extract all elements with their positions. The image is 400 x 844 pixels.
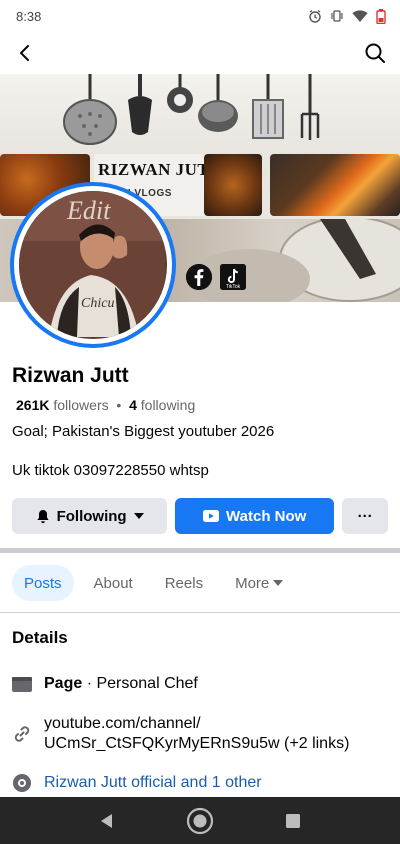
profile-avatar[interactable]: Edit Chicu bbox=[10, 182, 176, 348]
profile-stats: 261K followers • 4 following bbox=[12, 396, 388, 414]
tab-more[interactable]: More bbox=[223, 565, 295, 601]
website-link-line-2: UCmSr_CtSFQKyrMyERnS9u5w (+2 links) bbox=[44, 735, 350, 752]
avatar: Edit Chicu bbox=[19, 191, 167, 339]
wifi-icon bbox=[352, 9, 368, 23]
alarm-icon bbox=[308, 9, 322, 23]
page-category-text: Page · Personal Chef bbox=[44, 674, 198, 694]
nav-back-button[interactable] bbox=[92, 806, 122, 836]
profile-tabs: Posts About Reels More bbox=[12, 565, 295, 601]
svg-text:Chicu: Chicu bbox=[81, 296, 114, 311]
tab-posts[interactable]: Posts bbox=[12, 565, 74, 601]
app-header bbox=[0, 32, 400, 74]
kitchen-utensils-illustration bbox=[63, 74, 320, 145]
nav-home-icon bbox=[186, 807, 214, 834]
more-dots-icon: ··· bbox=[357, 507, 373, 525]
vibrate-icon bbox=[330, 9, 344, 23]
bell-icon bbox=[36, 509, 49, 523]
cover-banner-title: RIZWAN JUTT bbox=[98, 160, 222, 179]
bio-line-2: Uk tiktok 03097228550 whtsp bbox=[12, 462, 209, 479]
search-button[interactable] bbox=[362, 40, 388, 66]
status-bar: 8:38 bbox=[0, 0, 400, 32]
nav-back-icon bbox=[100, 813, 112, 828]
stats-separator: • bbox=[116, 397, 122, 413]
tiktok-label: TikTok bbox=[226, 284, 241, 290]
page-flag-icon bbox=[12, 674, 32, 694]
tabs-divider bbox=[0, 612, 400, 613]
status-time: 8:38 bbox=[16, 8, 42, 24]
followers-count[interactable]: 261K bbox=[16, 397, 49, 413]
following-count[interactable]: 4 bbox=[129, 397, 137, 413]
cover-utensils-area bbox=[0, 74, 400, 154]
website-link-text[interactable]: youtube.com/channel/ UCmSr_CtSFQKyrMyERn… bbox=[44, 714, 349, 754]
food-image-3 bbox=[270, 154, 400, 216]
back-arrow-icon bbox=[20, 45, 29, 61]
linked-accounts-text[interactable]: Rizwan Jutt official and 1 other bbox=[44, 773, 262, 793]
linked-account-icon bbox=[12, 773, 32, 793]
nav-recents-button[interactable] bbox=[278, 806, 308, 836]
nav-home-button[interactable] bbox=[185, 806, 215, 836]
tab-about[interactable]: About bbox=[82, 565, 145, 601]
following-label[interactable]: following bbox=[141, 397, 195, 413]
tab-posts-label: Posts bbox=[24, 574, 62, 592]
status-icons bbox=[308, 8, 386, 24]
following-button[interactable]: Following bbox=[12, 498, 168, 534]
more-options-button[interactable]: ··· bbox=[342, 498, 388, 534]
link-icon bbox=[12, 724, 32, 744]
tiktok-icon: TikTok bbox=[220, 264, 246, 290]
detail-linked-accounts[interactable]: Rizwan Jutt official and 1 other bbox=[12, 773, 388, 793]
following-button-label: Following bbox=[56, 507, 127, 525]
tab-reels[interactable]: Reels bbox=[153, 565, 215, 601]
watch-now-button[interactable]: Watch Now bbox=[175, 498, 335, 534]
tab-more-label: More bbox=[235, 574, 270, 592]
caret-down-icon bbox=[273, 580, 284, 586]
website-link-line-1: youtube.com/channel/ bbox=[44, 715, 201, 732]
search-icon bbox=[365, 43, 385, 63]
watch-now-label: Watch Now bbox=[226, 507, 307, 525]
detail-website-link[interactable]: youtube.com/channel/ UCmSr_CtSFQKyrMyERn… bbox=[12, 714, 388, 754]
details-heading: Details bbox=[12, 628, 68, 647]
nav-recents-icon bbox=[286, 813, 301, 828]
tab-about-label: About bbox=[93, 574, 133, 592]
avatar-overlay-text: Edit bbox=[66, 196, 111, 225]
section-divider bbox=[0, 548, 400, 553]
followers-label[interactable]: followers bbox=[53, 397, 108, 413]
video-play-icon bbox=[203, 510, 220, 522]
detail-page-category: Page · Personal Chef bbox=[12, 674, 388, 694]
food-image-2 bbox=[204, 154, 262, 216]
page-category: · Personal Chef bbox=[82, 675, 198, 692]
page-label: Page bbox=[44, 675, 83, 692]
bio-line-1: Goal; Pakistan's Biggest youtuber 2026 bbox=[12, 423, 275, 440]
profile-info: Rizwan Jutt 261K followers • 4 following… bbox=[12, 362, 388, 481]
system-nav-bar bbox=[0, 797, 400, 844]
profile-name: Rizwan Jutt bbox=[12, 364, 129, 387]
caret-down-icon bbox=[133, 513, 144, 519]
tab-reels-label: Reels bbox=[164, 574, 204, 592]
battery-icon bbox=[376, 8, 386, 24]
profile-actions: Following Watch Now ··· bbox=[12, 498, 388, 534]
facebook-icon bbox=[186, 264, 212, 290]
avatar-border: Edit Chicu bbox=[14, 186, 172, 344]
back-button[interactable] bbox=[12, 40, 38, 66]
cover-social-icons: TikTok bbox=[186, 264, 246, 290]
avatar-portrait: Edit Chicu bbox=[19, 191, 165, 337]
